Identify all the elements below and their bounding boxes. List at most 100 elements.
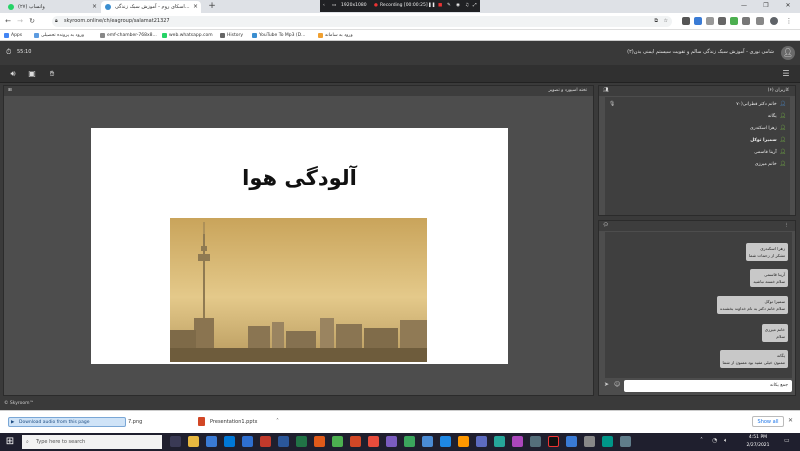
options-icon[interactable]: ⋮ <box>785 221 790 231</box>
minimize-button[interactable]: — <box>736 0 752 12</box>
task-view-icon[interactable] <box>170 436 181 447</box>
puzzle-icon[interactable] <box>756 17 764 25</box>
star-icon[interactable]: ☆ <box>664 16 668 27</box>
bookmark-item[interactable]: web.whatsapp.com <box>162 30 213 41</box>
extension-icon[interactable] <box>694 17 702 25</box>
extension-icon[interactable] <box>682 17 690 25</box>
maximize-button[interactable]: ❐ <box>758 0 774 12</box>
app-icon[interactable] <box>386 436 397 447</box>
avatar[interactable] <box>770 17 778 25</box>
app-icon[interactable] <box>584 436 595 447</box>
new-tab-button[interactable]: + <box>206 1 218 12</box>
tray-chevron-icon[interactable]: ˄ <box>700 437 703 444</box>
app-icon[interactable] <box>404 436 415 447</box>
pause-icon[interactable]: ❚❚ <box>428 0 436 12</box>
store-icon[interactable] <box>224 436 235 447</box>
pen-icon[interactable]: ✎ <box>447 0 451 12</box>
emoji-icon[interactable]: ☺ <box>614 381 620 388</box>
app-icon[interactable] <box>620 436 631 447</box>
list-item[interactable]: 👤︎خانم میرزی <box>755 159 786 169</box>
list-item[interactable]: 👤︎آرینا قاسمی <box>754 147 786 157</box>
bookmark-apps[interactable]: Apps <box>4 30 22 41</box>
app-icon[interactable] <box>566 436 577 447</box>
extension-icon[interactable] <box>742 17 750 25</box>
extension-icon[interactable] <box>706 17 714 25</box>
user-avatar-icon[interactable]: 👤︎ <box>781 46 795 60</box>
mic-icon[interactable]: ♫ <box>465 0 469 12</box>
extension-icon[interactable] <box>730 17 738 25</box>
app-icon[interactable] <box>602 436 613 447</box>
edge-icon[interactable] <box>242 436 253 447</box>
chrome-icon[interactable] <box>332 436 343 447</box>
user-icon: 👤︎ <box>779 125 786 131</box>
expand-icon[interactable]: ‹ <box>323 0 325 12</box>
back-icon[interactable]: ← <box>3 16 13 27</box>
screen-share-icon[interactable]: ▣ <box>26 68 38 80</box>
list-item[interactable]: 👤︎سمیرا توکل <box>750 135 786 145</box>
download-item-name[interactable]: Presentation1.pptx <box>210 419 257 425</box>
app-icon[interactable] <box>422 436 433 447</box>
file-explorer-icon[interactable] <box>188 436 199 447</box>
bookmark-label: ورود به پرونده تحصیلی <box>41 33 85 38</box>
user-name: آرینا قاسمی <box>754 150 777 155</box>
notification-icon[interactable]: ▭ <box>784 437 790 444</box>
forward-icon[interactable]: → <box>15 16 25 27</box>
windows-start-icon[interactable]: ⊞ <box>4 436 16 448</box>
raise-hand-icon[interactable]: ✋︎ <box>46 68 58 80</box>
word-icon[interactable] <box>278 436 289 447</box>
user-icon: 👤︎ <box>779 149 786 155</box>
tab-skyroom[interactable]: اسکای روم - آموزش سبک زندگی... × <box>101 1 201 13</box>
app-icon[interactable] <box>458 436 469 447</box>
speaker-icon[interactable]: 🔊︎ <box>7 68 19 80</box>
menu-icon[interactable]: ⋮ <box>784 16 794 27</box>
close-icon[interactable]: × <box>193 1 198 13</box>
download-item-name[interactable]: 7.png <box>128 419 142 425</box>
download-audio-banner[interactable]: ▶ Download audio from this page <box>8 417 126 427</box>
translate-icon[interactable]: ⧉ <box>654 16 658 27</box>
users-panel: 👥︎ کاربران (۶) 👤︎خانم دکتر قطرانی(۷۰ 🎙︎ … <box>598 85 796 216</box>
app-icon[interactable] <box>494 436 505 447</box>
camera-icon[interactable]: ◉ <box>456 0 460 12</box>
tab-whatsapp[interactable]: (۲۷) واتساپ × <box>4 1 100 13</box>
bookmark-item[interactable]: ورود به سامانه <box>318 30 353 41</box>
extension-icon[interactable] <box>718 17 726 25</box>
firefox-icon[interactable] <box>314 436 325 447</box>
app-icon[interactable] <box>476 436 487 447</box>
chevron-up-icon[interactable]: ˄ <box>276 418 279 425</box>
record-icon[interactable] <box>548 436 559 447</box>
close-icon[interactable]: ✕ <box>788 417 793 424</box>
reload-icon[interactable]: ↻ <box>27 16 37 27</box>
app-icon[interactable] <box>512 436 523 447</box>
fullscreen-icon[interactable]: ⊞ <box>8 86 12 96</box>
bookmark-item[interactable]: History <box>220 30 243 41</box>
app-icon[interactable] <box>368 436 379 447</box>
network-icon[interactable]: ◔ <box>712 437 717 444</box>
clock[interactable]: 4:51 PM 2/27/2021 <box>738 434 778 450</box>
url-bar[interactable]: 🔒︎ skyroom.online/ch/eagroup/salamat2132… <box>52 16 672 27</box>
bookmark-item[interactable]: YouTube To Mp3 (D... <box>252 30 305 41</box>
stop-icon[interactable]: ■ <box>438 0 442 12</box>
excel-icon[interactable] <box>296 436 307 447</box>
send-icon[interactable]: ➤ <box>604 381 609 388</box>
close-window-button[interactable]: ✕ <box>780 0 796 12</box>
slide-photo <box>170 218 427 362</box>
bookmark-item[interactable]: emf-chamber-768x8... <box>100 30 157 41</box>
resolution-label: 1920x1080 <box>341 3 367 8</box>
powerpoint-icon[interactable] <box>350 436 361 447</box>
app-icon[interactable] <box>530 436 541 447</box>
mail-icon[interactable] <box>206 436 217 447</box>
mic-icon[interactable]: 🎙︎ <box>609 101 615 107</box>
taskbar-search-input[interactable]: ⌕ Type here to search <box>22 435 162 449</box>
menu-icon[interactable]: ☰ <box>780 68 792 80</box>
list-item[interactable]: 👤︎زهرا اسکندری <box>750 123 786 133</box>
list-item[interactable]: 👤︎خانم دکتر قطرانی(۷۰ <box>736 99 786 109</box>
fullscreen-icon[interactable]: ⤢ <box>473 0 477 12</box>
bookmark-item[interactable]: ورود به پرونده تحصیلی <box>34 30 84 41</box>
show-all-button[interactable]: Show all <box>752 416 784 427</box>
list-item[interactable]: 👤︎یگانه <box>768 111 786 121</box>
app-icon[interactable] <box>440 436 451 447</box>
chat-input[interactable]: جمع یکانه <box>624 380 792 392</box>
volume-icon[interactable]: 🔈︎ <box>724 437 728 445</box>
app-icon[interactable] <box>260 436 271 447</box>
close-icon[interactable]: × <box>92 1 97 13</box>
